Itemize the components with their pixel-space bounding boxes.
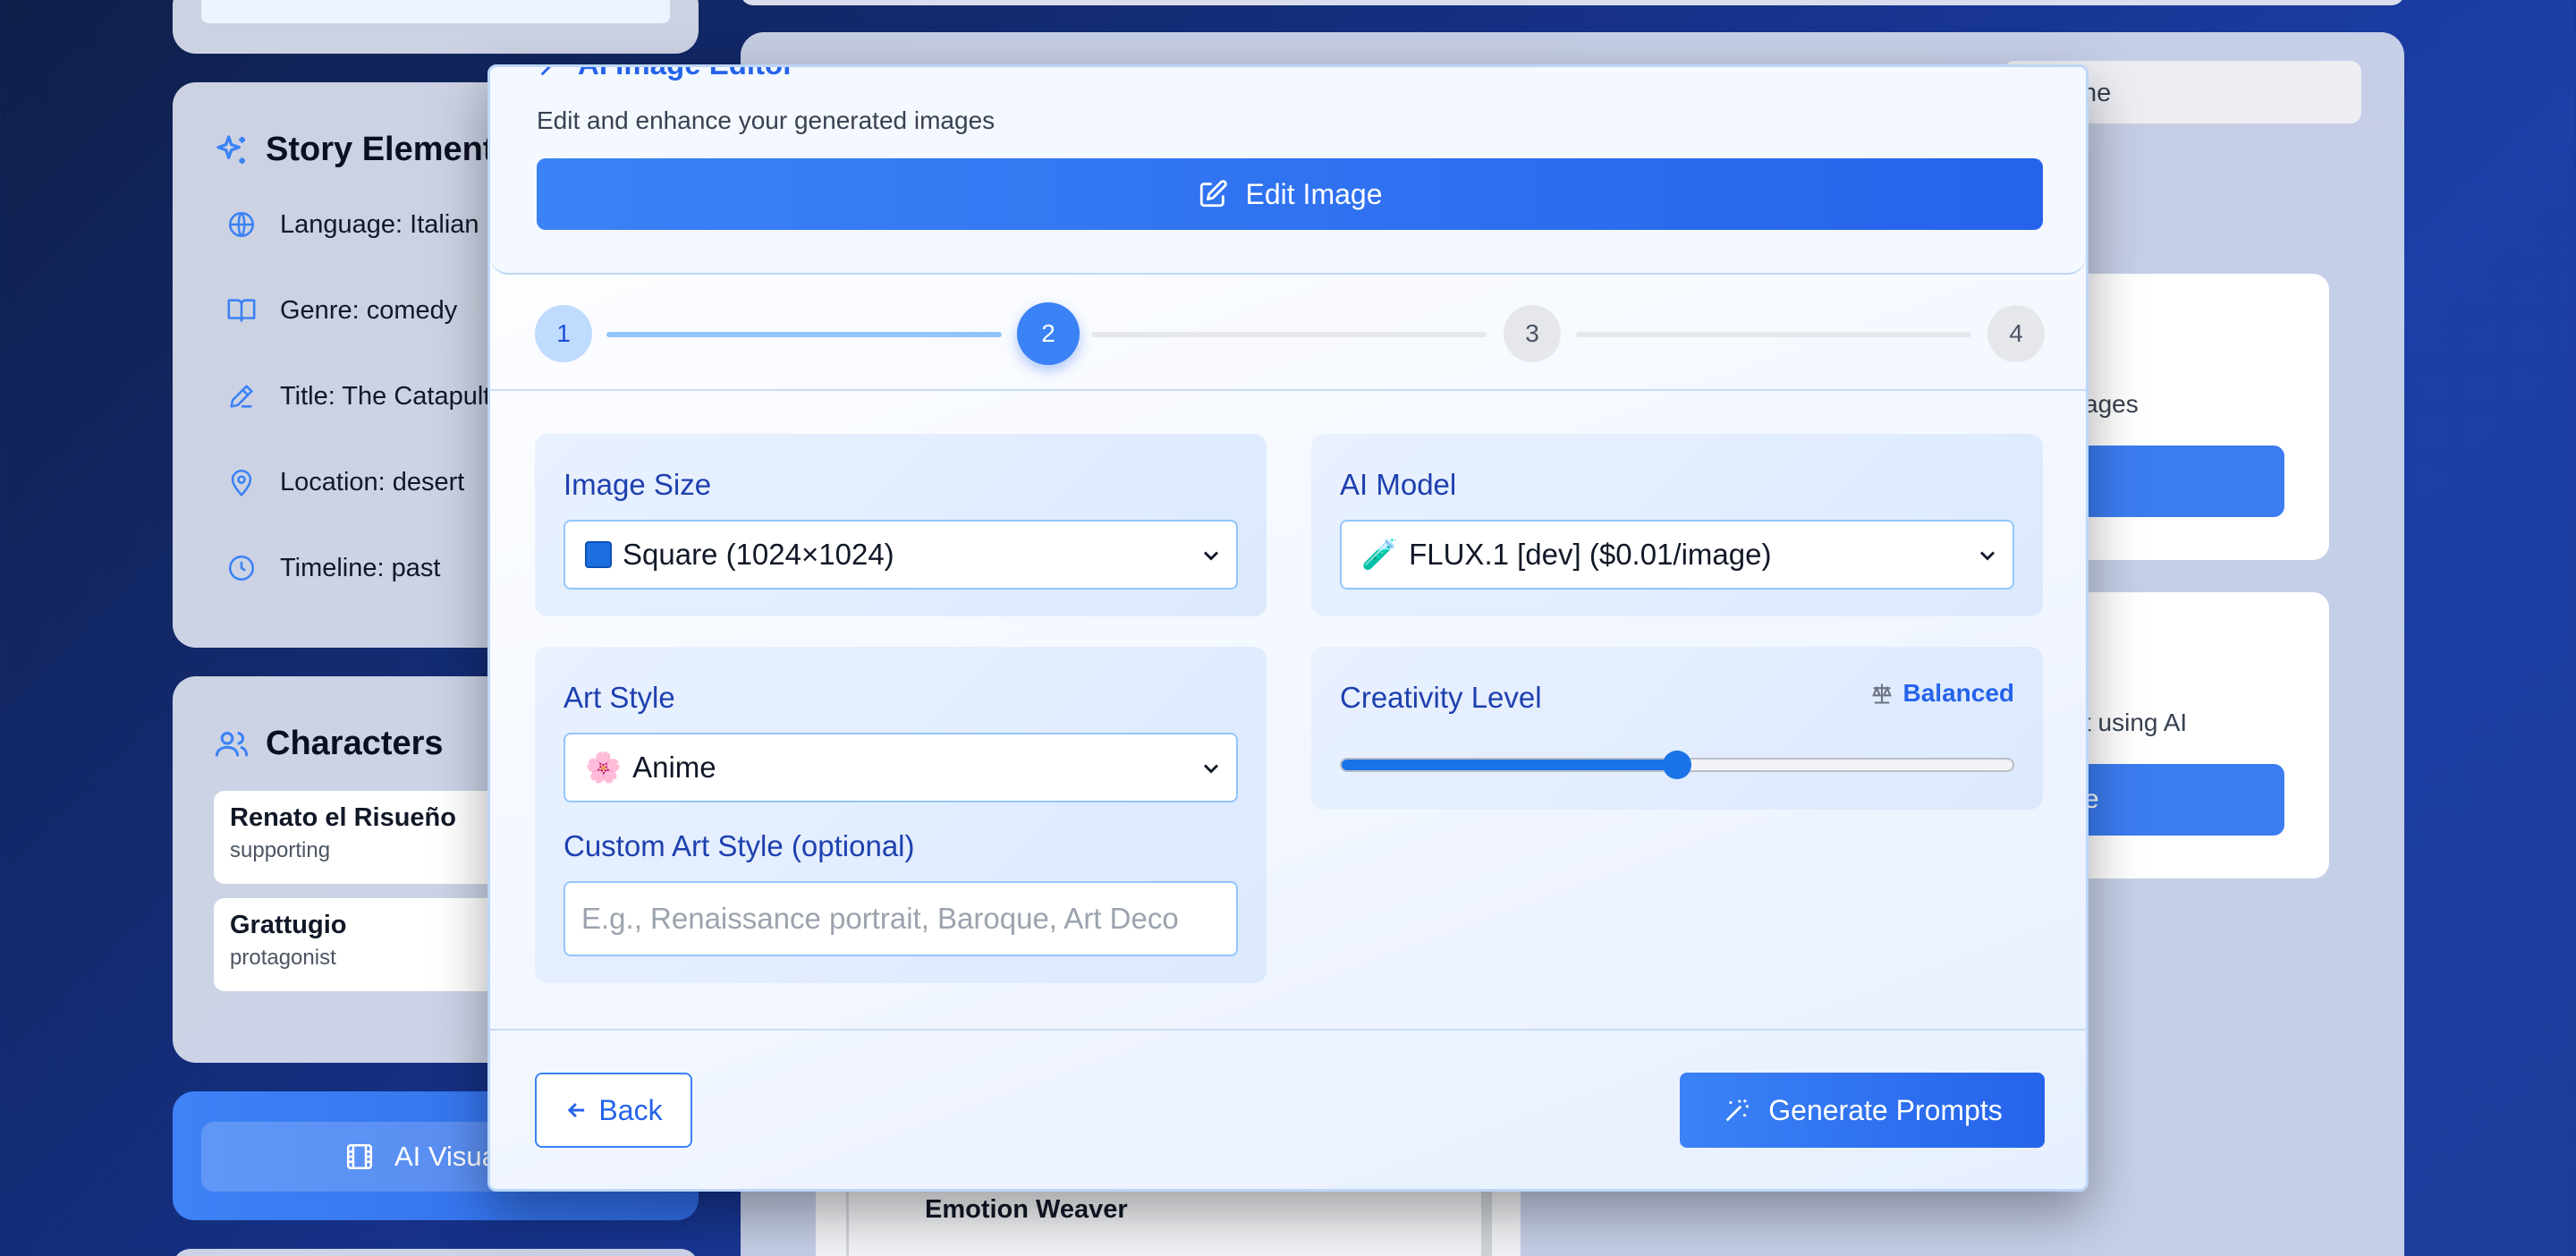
top-strip bbox=[741, 0, 2404, 5]
film-icon bbox=[346, 1143, 373, 1170]
feature-card-desc: ages bbox=[2084, 390, 2139, 418]
step-3[interactable]: 3 bbox=[1504, 305, 1561, 362]
chevron-down-icon bbox=[1979, 551, 1996, 561]
story-item-language: Language: Italian bbox=[226, 209, 479, 240]
characters-header: Characters bbox=[214, 725, 444, 763]
story-item-label: Language: Italian bbox=[280, 209, 479, 239]
blossom-icon: 🌸 bbox=[585, 750, 623, 785]
story-item-label: Timeline: past bbox=[280, 553, 441, 582]
edit-icon bbox=[1199, 180, 1227, 208]
book-open-icon bbox=[227, 299, 256, 322]
back-button[interactable]: Back bbox=[535, 1073, 692, 1148]
creativity-label: Creativity Level bbox=[1340, 681, 1542, 714]
magic-wand-icon bbox=[1725, 1099, 1750, 1122]
modal-header: AI Image Editor Edit and enhance your ge… bbox=[490, 67, 2086, 275]
ai-model-label: AI Model bbox=[1340, 468, 1457, 501]
step-connector bbox=[606, 332, 1002, 337]
test-tube-icon: 🧪 bbox=[1361, 537, 1399, 572]
creativity-slider-thumb[interactable] bbox=[1663, 751, 1691, 779]
top-card-inner bbox=[201, 0, 670, 23]
story-item-title: Title: The Catapult bbox=[226, 381, 490, 412]
edit-image-button[interactable]: Edit Image bbox=[537, 158, 2043, 230]
modal-title: AI Image Editor bbox=[537, 67, 794, 81]
custom-art-style-label: Custom Art Style (optional) bbox=[564, 829, 915, 862]
story-item-genre: Genre: comedy bbox=[226, 295, 457, 326]
story-item-label: Genre: comedy bbox=[280, 295, 458, 325]
story-item-location: Location: desert bbox=[226, 467, 464, 497]
ai-model-section: AI Model 🧪 FLUX.1 [dev] ($0.01/image) bbox=[1311, 434, 2043, 616]
globe-icon bbox=[228, 211, 255, 238]
sparkles-icon bbox=[216, 134, 245, 164]
art-style-label: Art Style bbox=[564, 681, 675, 714]
pencil-icon bbox=[230, 385, 253, 408]
ai-model-value: FLUX.1 [dev] ($0.01/image) bbox=[1409, 538, 1772, 571]
story-item-label: Location: desert bbox=[280, 467, 465, 496]
art-style-section: Art Style 🌸 Anime Custom Art Style (opti… bbox=[535, 647, 1267, 983]
story-elements-title: Story Elements bbox=[266, 131, 513, 168]
footer-divider bbox=[490, 1029, 2086, 1031]
wand-icon bbox=[540, 67, 552, 76]
image-size-label: Image Size bbox=[564, 468, 712, 501]
emotion-weaver-label: Emotion Weaver bbox=[925, 1195, 1128, 1224]
step-connector bbox=[1576, 332, 1971, 337]
modal-title-text: AI Image Editor bbox=[578, 67, 794, 81]
chevron-down-icon bbox=[1203, 764, 1219, 774]
edit-image-label: Edit Image bbox=[1245, 177, 1383, 210]
step-4[interactable]: 4 bbox=[1987, 305, 2045, 362]
clock-icon bbox=[228, 555, 255, 581]
image-editor-modal: AI Image Editor Edit and enhance your ge… bbox=[487, 64, 2089, 1192]
custom-art-style-input[interactable]: E.g., Renaissance portrait, Baroque, Art… bbox=[564, 881, 1238, 956]
art-style-select[interactable]: 🌸 Anime bbox=[564, 733, 1238, 802]
feature-card-desc: t using AI bbox=[2084, 709, 2188, 736]
creativity-slider[interactable] bbox=[1340, 751, 2014, 779]
feature-card: t using AI e bbox=[2048, 592, 2329, 878]
creativity-badge-text: Balanced bbox=[1902, 679, 2015, 707]
image-size-select[interactable]: Square (1024×1024) bbox=[564, 520, 1238, 590]
image-size-section: Image Size Square (1024×1024) bbox=[535, 434, 1267, 616]
map-pin-icon bbox=[231, 469, 252, 496]
modal-subtitle: Edit and enhance your generated images bbox=[537, 106, 996, 134]
step-connector bbox=[1091, 332, 1487, 337]
feature-card: ages bbox=[2048, 274, 2329, 560]
creativity-slider-fill bbox=[1342, 760, 1677, 770]
image-size-value: Square (1024×1024) bbox=[623, 538, 894, 571]
generate-prompts-label: Generate Prompts bbox=[1768, 1093, 2003, 1126]
bottom-card bbox=[173, 1249, 699, 1256]
story-item-label: Title: The Catapult bbox=[280, 381, 491, 411]
ai-model-select[interactable]: 🧪 FLUX.1 [dev] ($0.01/image) bbox=[1340, 520, 2014, 590]
generate-prompts-button[interactable]: Generate Prompts bbox=[1680, 1073, 2045, 1148]
characters-title: Characters bbox=[266, 725, 444, 762]
arrow-left-icon bbox=[568, 1102, 585, 1118]
step-1[interactable]: 1 bbox=[535, 305, 592, 362]
stepper: 1 2 3 4 bbox=[490, 275, 2086, 391]
top-card bbox=[173, 0, 699, 54]
creativity-badge: Balanced bbox=[1869, 679, 2015, 708]
story-item-timeline: Timeline: past bbox=[226, 553, 440, 583]
scale-icon bbox=[1871, 683, 1892, 704]
art-style-value: Anime bbox=[632, 751, 716, 784]
step-2[interactable]: 2 bbox=[1017, 302, 1080, 365]
creativity-section: Creativity Level Balanced bbox=[1311, 647, 2043, 810]
chevron-down-icon bbox=[1203, 551, 1219, 561]
square-swatch-icon bbox=[585, 541, 612, 568]
back-label: Back bbox=[598, 1093, 663, 1126]
users-icon bbox=[215, 731, 249, 756]
story-elements-header: Story Elements bbox=[214, 131, 513, 169]
